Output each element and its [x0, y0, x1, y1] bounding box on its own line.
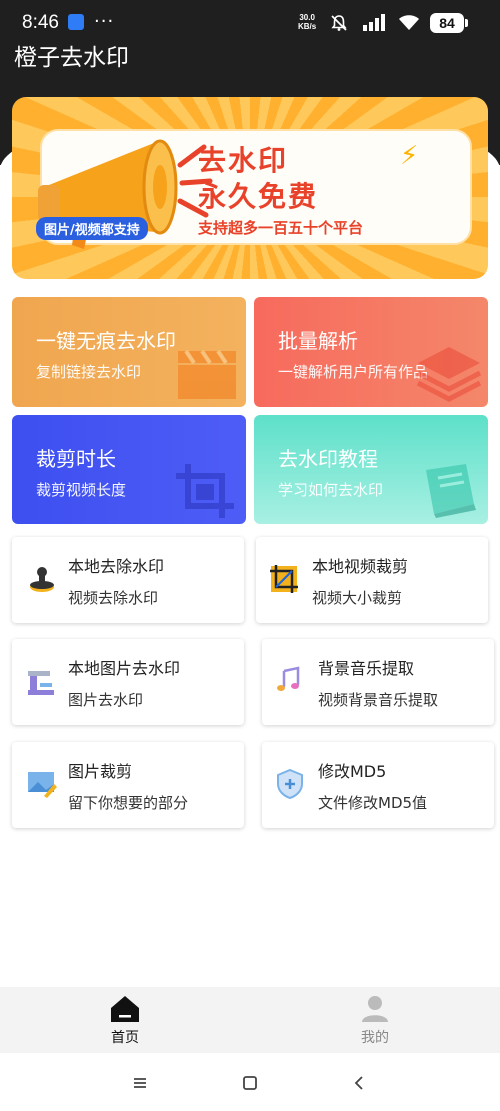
tile-batch-parse[interactable]: 批量解析 一键解析用户所有作品 [254, 297, 488, 407]
tile-one-click-remove[interactable]: 一键无痕去水印 复制链接去水印 [12, 297, 246, 407]
image-edit-icon [28, 772, 57, 798]
message-icon [68, 14, 84, 30]
banner-headline-2: 永久免费 [198, 180, 319, 213]
promo-banner[interactable]: 去水印 永久免费 ⚡ 图片/视频都支持 支持超多一百五十个平台 [12, 97, 488, 279]
status-time: 8:46 [22, 12, 59, 33]
home-square-icon[interactable] [238, 1071, 262, 1095]
battery-icon: 84 [430, 13, 468, 33]
tile-subtitle: 裁剪视频长度 [36, 481, 127, 499]
bottom-nav: 首页 我的 [0, 987, 500, 1053]
app-title: 橙子去水印 [14, 45, 129, 71]
system-nav-bar [0, 1053, 500, 1111]
card-title: 本地图片去水印 [68, 659, 181, 678]
card-title: 本地去除水印 [68, 557, 165, 576]
banner-headline-1: 去水印 [198, 144, 289, 177]
network-speed-unit: KB/s [298, 22, 317, 31]
signal-icon [363, 14, 385, 31]
tile-tutorial[interactable]: 去水印教程 学习如何去水印 [254, 415, 488, 524]
tile-title: 去水印教程 [278, 447, 378, 471]
crop-frame-icon [176, 464, 234, 518]
card-title: 背景音乐提取 [318, 659, 415, 678]
card-local-image-remove-watermark[interactable]: 本地图片去水印 图片去水印 [12, 639, 244, 725]
crop-icon [270, 565, 298, 593]
card-subtitle: 留下你想要的部分 [68, 794, 189, 812]
more-notifications-icon: ··· [94, 11, 115, 32]
nav-label: 我的 [361, 1030, 389, 1046]
shield-plus-icon [277, 768, 303, 800]
card-title: 图片裁剪 [68, 762, 133, 781]
layers-icon [416, 347, 482, 402]
card-local-video-crop[interactable]: 本地视频裁剪 视频大小裁剪 [256, 537, 488, 623]
card-subtitle: 视频去除水印 [68, 589, 159, 607]
home-icon [111, 996, 139, 1022]
card-subtitle: 视频背景音乐提取 [318, 691, 439, 709]
lightning-icon: ⚡ [400, 141, 419, 171]
banner-tag: 图片/视频都支持 [36, 217, 148, 240]
card-title: 修改MD5 [318, 762, 387, 781]
card-extract-bgm[interactable]: 背景音乐提取 视频背景音乐提取 [262, 639, 494, 725]
wifi-icon [399, 15, 419, 30]
tile-title: 裁剪时长 [36, 447, 116, 471]
card-subtitle: 视频大小裁剪 [312, 589, 403, 607]
card-local-remove-watermark[interactable]: 本地去除水印 视频去除水印 [12, 537, 244, 623]
mute-bell-icon [331, 15, 347, 31]
tile-subtitle: 复制链接去水印 [36, 363, 142, 381]
card-subtitle: 文件修改MD5值 [318, 794, 428, 812]
clapperboard-icon [178, 349, 236, 399]
network-speed: 30.0 KB/s [298, 13, 316, 31]
tile-subtitle: 一键解析用户所有作品 [278, 363, 429, 381]
tile-title: 一键无痕去水印 [36, 329, 176, 353]
card-subtitle: 图片去水印 [68, 691, 144, 709]
card-modify-md5[interactable]: 修改MD5 文件修改MD5值 [262, 742, 494, 828]
megaphone-icon [38, 139, 213, 249]
card-image-crop[interactable]: 图片裁剪 留下你想要的部分 [12, 742, 244, 828]
network-speed-value: 30.0 [299, 13, 315, 22]
stamp-icon [30, 567, 54, 592]
book-icon [426, 464, 476, 518]
nav-label: 首页 [111, 1030, 139, 1046]
nav-item-mine[interactable]: 我的 [250, 987, 500, 1053]
music-note-icon [277, 666, 300, 691]
card-title: 本地视频裁剪 [312, 557, 409, 576]
faucet-icon [28, 671, 54, 695]
banner-subline: 支持超多一百五十个平台 [198, 219, 364, 237]
person-icon [362, 996, 388, 1022]
tile-trim-duration[interactable]: 裁剪时长 裁剪视频长度 [12, 415, 246, 524]
nav-item-home[interactable]: 首页 [0, 987, 250, 1053]
tile-subtitle: 学习如何去水印 [278, 481, 384, 499]
tile-title: 批量解析 [278, 329, 358, 353]
back-icon[interactable] [348, 1071, 372, 1095]
menu-icon[interactable] [128, 1071, 152, 1095]
